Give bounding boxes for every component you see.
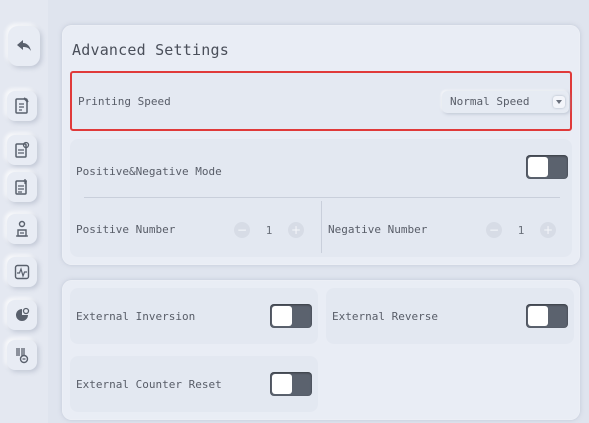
positive-number-stepper: − 1 + [234, 220, 304, 240]
positive-negative-mode-label: Positive&Negative Mode [76, 165, 222, 178]
external-inversion-row: External Inversion [70, 288, 318, 344]
negative-number-label: Negative Number [328, 223, 428, 236]
document-settings-icon [15, 141, 30, 158]
decrement-button[interactable]: − [234, 222, 250, 238]
document-edit-icon [15, 97, 29, 114]
external-reverse-toggle[interactable] [526, 304, 568, 328]
negative-number-stepper: − 1 + [486, 220, 556, 240]
toggle-knob [528, 306, 548, 326]
printing-speed-row: Printing Speed Normal Speed [70, 71, 572, 131]
back-icon [17, 40, 31, 51]
user-print-icon [16, 220, 28, 237]
color-settings-icon [16, 307, 30, 321]
sidebar-item-color-settings[interactable] [7, 300, 37, 330]
external-counter-reset-toggle[interactable] [270, 372, 312, 396]
external-settings-panel: External Inversion External Reverse Exte… [62, 280, 580, 420]
external-counter-reset-label: External Counter Reset [76, 378, 222, 391]
waveform-icon [14, 264, 30, 280]
divider [84, 197, 560, 198]
positive-number-value: 1 [265, 223, 273, 237]
increment-button[interactable]: + [288, 222, 304, 238]
decrement-button[interactable]: − [486, 222, 502, 238]
positive-number-label: Positive Number [76, 223, 176, 236]
external-inversion-toggle[interactable] [270, 304, 312, 328]
sidebar-item-barcode-settings[interactable] [7, 340, 37, 370]
negative-number-value: 1 [517, 223, 525, 237]
sidebar-item-waveform[interactable] [7, 257, 37, 287]
sidebar-item-document-list[interactable] [7, 172, 37, 202]
back-button[interactable] [8, 26, 40, 66]
panel-title: Advanced Settings [72, 41, 229, 59]
toggle-knob [272, 374, 292, 394]
sidebar [0, 0, 48, 423]
printing-speed-value: Normal Speed [450, 95, 530, 108]
printing-speed-label: Printing Speed [78, 95, 171, 108]
printing-speed-select[interactable]: Normal Speed [442, 91, 569, 113]
document-list-icon [15, 179, 27, 195]
advanced-settings-panel: Advanced Settings Printing Speed Normal … [62, 25, 580, 265]
external-counter-reset-row: External Counter Reset [70, 356, 318, 412]
chevron-down-icon [553, 96, 565, 108]
divider [321, 201, 322, 253]
increment-button[interactable]: + [540, 222, 556, 238]
positive-negative-mode-row: Positive&Negative Mode Positive Number −… [70, 139, 572, 257]
toggle-knob [272, 306, 292, 326]
sidebar-item-document-settings[interactable] [7, 135, 37, 165]
sidebar-item-user-print[interactable] [7, 214, 37, 244]
external-reverse-row: External Reverse [326, 288, 574, 344]
external-inversion-label: External Inversion [76, 310, 196, 323]
positive-negative-mode-toggle[interactable] [526, 155, 568, 179]
toggle-knob [528, 157, 548, 177]
sidebar-item-document-edit[interactable] [7, 91, 37, 121]
barcode-settings-icon [16, 348, 29, 364]
external-reverse-label: External Reverse [332, 310, 438, 323]
